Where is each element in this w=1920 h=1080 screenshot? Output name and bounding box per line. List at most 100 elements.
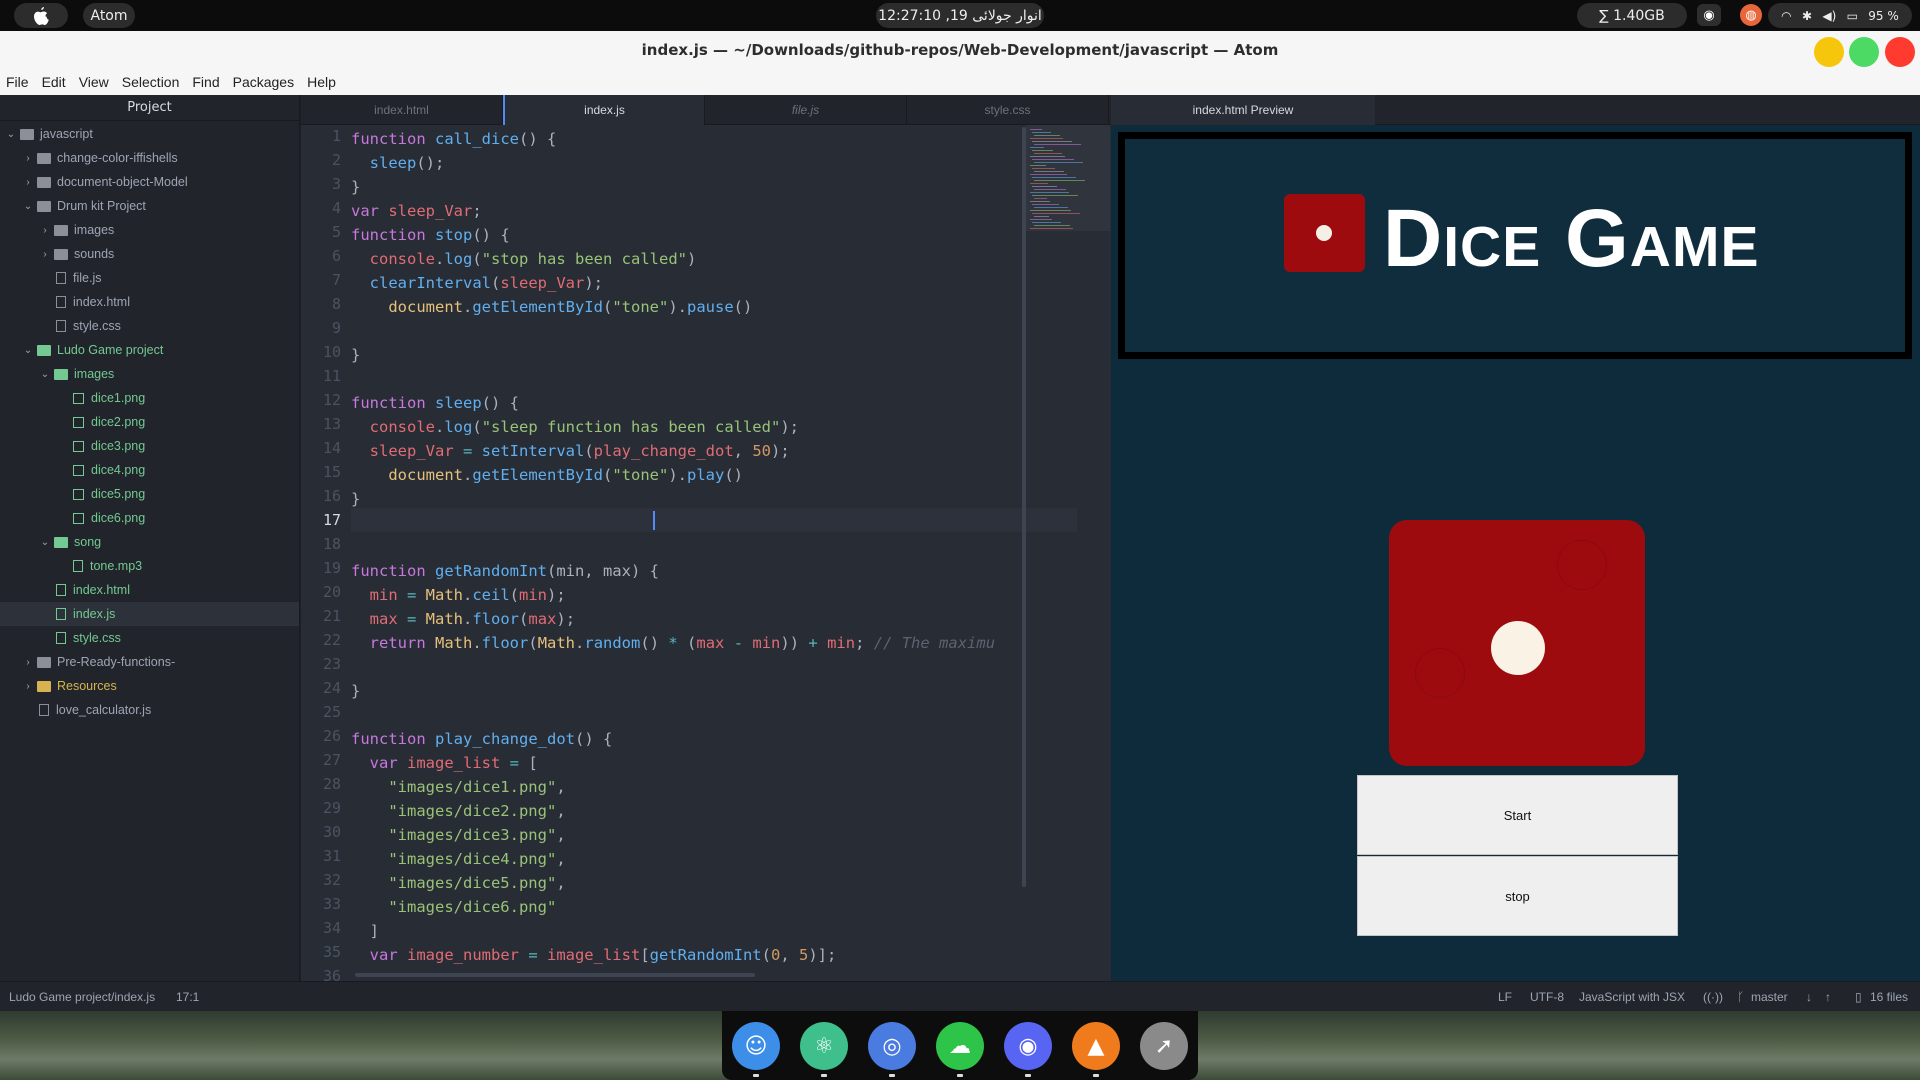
- cursor-position[interactable]: 17:1: [176, 990, 199, 1004]
- code-line[interactable]: "images/dice1.png",: [351, 775, 565, 799]
- tree-item[interactable]: love_calculator.js: [0, 698, 299, 722]
- tree-item[interactable]: › Resources: [0, 674, 299, 698]
- clock[interactable]: انوار جولائی 19, 12:27:10: [876, 3, 1044, 28]
- tree-item[interactable]: › images: [0, 218, 299, 242]
- menu-help[interactable]: Help: [307, 74, 336, 90]
- fetch-icon[interactable]: ↓: [1806, 990, 1812, 1004]
- stop-button[interactable]: stop: [1357, 856, 1678, 936]
- menu-file[interactable]: File: [6, 74, 29, 90]
- code-editor[interactable]: 1 2 3 4 5 6 7 8 9 10 11 12 13 14 15 16 17 18 19 20 21 22 23 24 2…: [301, 125, 1111, 981]
- tree-item[interactable]: dice4.png: [0, 458, 299, 482]
- tree-item[interactable]: ⌄ song: [0, 530, 299, 554]
- grammar-selector[interactable]: JavaScript with JSX: [1579, 990, 1685, 1004]
- push-icon[interactable]: ↑: [1825, 990, 1831, 1004]
- discord-tray-icon[interactable]: ◉: [1697, 4, 1721, 26]
- menu-find[interactable]: Find: [192, 74, 219, 90]
- tree-item[interactable]: › document-object-Model: [0, 170, 299, 194]
- tree-item[interactable]: index.html: [0, 578, 299, 602]
- tab-index-js[interactable]: index.js: [503, 95, 705, 125]
- tree-item[interactable]: index.js: [0, 602, 299, 626]
- menu-edit[interactable]: Edit: [42, 74, 66, 90]
- code-line[interactable]: function stop() {: [351, 223, 510, 247]
- code-line[interactable]: function sleep() {: [351, 391, 519, 415]
- code-line[interactable]: ]: [351, 919, 379, 943]
- chromium-icon[interactable]: ◎: [868, 1022, 916, 1070]
- code-line[interactable]: var image_number = image_list[getRandomI…: [351, 943, 837, 967]
- system-status-area[interactable]: ◠ ✱ ◀) ▭ 95 %: [1768, 3, 1912, 28]
- code-line[interactable]: }: [351, 679, 360, 703]
- vlc-icon[interactable]: ▲: [1072, 1022, 1120, 1070]
- tree-item[interactable]: dice2.png: [0, 410, 299, 434]
- file-encoding[interactable]: UTF-8: [1530, 990, 1564, 1004]
- tree-item[interactable]: › Pre-Ready-functions-: [0, 650, 299, 674]
- line-ending[interactable]: LF: [1498, 990, 1512, 1004]
- code-area[interactable]: function call_dice() { sleep();} var slee…: [351, 125, 1077, 981]
- minimize-button[interactable]: [1814, 37, 1844, 67]
- tree-item[interactable]: ⌄ Drum kit Project: [0, 194, 299, 218]
- broadcast-icon[interactable]: ((·)): [1703, 990, 1723, 1004]
- file-path[interactable]: Ludo Game project/index.js: [9, 990, 155, 1004]
- code-line[interactable]: "images/dice5.png",: [351, 871, 565, 895]
- code-line[interactable]: console.log("sleep function has been cal…: [351, 415, 799, 439]
- code-line[interactable]: }: [351, 175, 360, 199]
- code-line[interactable]: document.getElementById("tone").pause(): [351, 295, 752, 319]
- tree-item[interactable]: dice3.png: [0, 434, 299, 458]
- atom-icon[interactable]: ⚛: [800, 1022, 848, 1070]
- apple-menu-button[interactable]: [14, 3, 68, 28]
- code-line[interactable]: clearInterval(sleep_Var);: [351, 271, 603, 295]
- tree-item[interactable]: › change-color-iffishells: [0, 146, 299, 170]
- tree-item[interactable]: dice1.png: [0, 386, 299, 410]
- code-line[interactable]: function play_change_dot() {: [351, 727, 612, 751]
- code-line[interactable]: function call_dice() {: [351, 127, 556, 151]
- minimap[interactable]: [1026, 125, 1110, 231]
- tree-item[interactable]: ⌄ javascript: [0, 122, 299, 146]
- tree-item[interactable]: dice6.png: [0, 506, 299, 530]
- code-line[interactable]: var image_list = [: [351, 751, 538, 775]
- memory-indicator[interactable]: ∑ 1.40GB: [1577, 3, 1687, 28]
- menu-view[interactable]: View: [79, 74, 109, 90]
- code-line[interactable]: document.getElementById("tone").play(): [351, 463, 743, 487]
- menu-selection[interactable]: Selection: [122, 74, 180, 90]
- editor-horizontal-scrollbar[interactable]: [355, 973, 755, 977]
- start-button[interactable]: Start: [1357, 775, 1678, 855]
- code-line[interactable]: function getRandomInt(min, max) {: [351, 559, 659, 583]
- code-line[interactable]: "images/dice6.png": [351, 895, 556, 919]
- tree-item[interactable]: file.js: [0, 266, 299, 290]
- code-line[interactable]: max = Math.floor(max);: [351, 607, 575, 631]
- tree-item[interactable]: ⌄ Ludo Game project: [0, 338, 299, 362]
- active-app-name[interactable]: Atom: [83, 3, 135, 28]
- ubuntu-tray-icon[interactable]: ◍: [1740, 4, 1762, 26]
- code-line[interactable]: min = Math.ceil(min);: [351, 583, 566, 607]
- code-line[interactable]: sleep_Var = setInterval(play_change_dot,…: [351, 439, 790, 463]
- code-line[interactable]: var sleep_Var;: [351, 199, 482, 223]
- git-branch[interactable]: master: [1751, 990, 1788, 1004]
- tree-item[interactable]: › sounds: [0, 242, 299, 266]
- code-line[interactable]: console.log("stop has been called"): [351, 247, 697, 271]
- tab-style-css[interactable]: style.css: [907, 95, 1109, 125]
- tree-item[interactable]: index.html: [0, 290, 299, 314]
- code-line[interactable]: return Math.floor(Math.random() * (max -…: [351, 631, 995, 655]
- tree-item[interactable]: style.css: [0, 626, 299, 650]
- code-line[interactable]: "images/dice2.png",: [351, 799, 565, 823]
- tree-item[interactable]: ⌄ images: [0, 362, 299, 386]
- discord-icon[interactable]: ◉: [1004, 1022, 1052, 1070]
- tab-index-html[interactable]: index.html: [301, 95, 503, 125]
- code-line[interactable]: }: [351, 343, 360, 367]
- maximize-button[interactable]: [1849, 37, 1879, 67]
- code-line[interactable]: "images/dice3.png",: [351, 823, 565, 847]
- editor-vertical-scrollbar[interactable]: [1022, 127, 1026, 887]
- finder-icon[interactable]: ☺: [732, 1022, 780, 1070]
- tab-preview[interactable]: index.html Preview: [1111, 95, 1375, 125]
- line-number-gutter[interactable]: 1 2 3 4 5 6 7 8 9 10 11 12 13 14 15 16 17 18 19 20 21 22 23 24 2…: [301, 125, 349, 981]
- close-button[interactable]: [1885, 37, 1915, 67]
- files-count[interactable]: 16 files: [1870, 990, 1908, 1004]
- menu-packages[interactable]: Packages: [233, 74, 294, 90]
- code-line[interactable]: }: [351, 487, 360, 511]
- launchpad-icon[interactable]: ➚: [1140, 1022, 1188, 1070]
- tree-item[interactable]: style.css: [0, 314, 299, 338]
- tree-item[interactable]: dice5.png: [0, 482, 299, 506]
- tab-file-js[interactable]: file.js: [705, 95, 907, 125]
- code-line[interactable]: sleep();: [351, 151, 445, 175]
- cloud-icon[interactable]: ☁: [936, 1022, 984, 1070]
- tree-item[interactable]: tone.mp3: [0, 554, 299, 578]
